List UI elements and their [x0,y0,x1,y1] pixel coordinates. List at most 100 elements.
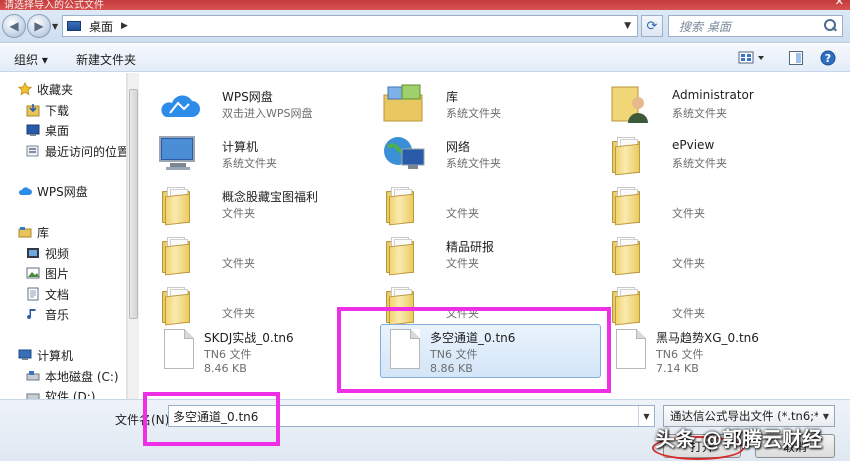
item-type: 双击进入WPS网盘 [222,107,313,120]
search-placeholder: 搜索 桌面 [679,19,731,34]
item-type: 文件夹 [446,257,479,270]
computer-icon [159,136,195,170]
scrollbar-thumb[interactable] [129,89,138,319]
forward-button[interactable]: ▶ [27,14,51,38]
nav-label: 图片 [45,266,70,281]
item-administrator[interactable]: Administrator 系统文件夹 [608,81,828,127]
folder-icon [612,185,642,226]
nav-recent[interactable]: 最近访问的位置 [26,142,126,160]
nav-label: 计算机 [37,348,74,363]
nav-videos[interactable]: 视频 [26,244,69,262]
window-title: 请选择导入的公式文件 [4,0,104,10]
nav-favorites[interactable]: 收藏夹 [18,80,73,98]
item-name: WPS网盘 [222,90,273,104]
nav-label: 文档 [45,287,70,302]
folder-icon [386,185,416,226]
organize-button[interactable]: 组织 ▾ [14,51,48,68]
item-tn6-heima[interactable]: 黑马趋势XG_0.tn6 TN6 文件 7.14 KB [610,327,830,377]
item-name: 概念股藏宝图福利 [222,190,319,204]
music-icon [27,309,36,320]
item-libraries[interactable]: 库 系统文件夹 [382,81,602,127]
back-arrow-icon: ◀ [9,19,19,33]
item-folder-5[interactable]: 精品研报 文件夹 [382,231,602,277]
item-folder-6[interactable]: 文件夹 [608,231,828,277]
item-type: 文件夹 [446,207,479,220]
item-name: 精品研报 [446,240,495,254]
item-type: 文件夹 [222,207,255,220]
breadcrumb[interactable]: 桌面 ▶ ▼ [62,15,638,37]
history-dropdown-icon[interactable]: ▼ [52,22,58,31]
nav-computer[interactable]: 计算机 [18,346,73,364]
star-icon [18,82,32,96]
nav-label: 软件 (D:) [45,389,96,400]
filetype-value: 通达信公式导出文件 (*.tn6;*.tn [670,409,818,423]
close-icon[interactable]: ✕ [835,0,844,8]
nav-label: 收藏夹 [37,82,74,97]
help-icon[interactable]: ? [820,50,836,69]
nav-label: 库 [37,225,50,240]
folder-icon [162,235,192,276]
nav-label: 本地磁盘 (C:) [45,369,119,384]
item-computer[interactable]: 计算机 系统文件夹 [158,131,378,177]
item-folder-3[interactable]: 文件夹 [608,181,828,227]
path-dropdown-icon[interactable]: ▼ [624,21,631,31]
refresh-button[interactable]: ⟳ [641,15,663,37]
item-folder-2[interactable]: 文件夹 [382,181,602,227]
highlight-box-filename [143,392,280,446]
breadcrumb-desktop[interactable]: 桌面 [89,18,113,35]
folder-icon [612,285,642,326]
pictures-icon [26,267,40,279]
desktop-icon [67,21,81,31]
item-folder-4[interactable]: 文件夹 [158,231,378,277]
view-options-icon[interactable] [738,50,766,69]
video-icon [27,248,39,258]
nav-libraries[interactable]: 库 [18,223,49,241]
user-folder-icon [611,86,648,123]
item-type: 系统文件夹 [672,107,727,120]
highlight-box-file [337,307,611,393]
documents-icon [27,287,39,301]
open-file-dialog: 请选择导入的公式文件 ✕ ◀ ▶ ▼ 桌面 ▶ ▼ ⟳ 搜索 桌面 组织 ▾ 新… [0,0,850,461]
nav-label: 视频 [45,246,70,261]
back-button[interactable]: ◀ [2,14,26,38]
file-icon [616,329,646,369]
nav-label: 下载 [45,103,70,118]
item-folder-9[interactable]: 文件夹 [608,281,828,327]
address-bar: ◀ ▶ ▼ 桌面 ▶ ▼ ⟳ 搜索 桌面 [0,10,850,43]
nav-documents[interactable]: 文档 [26,285,69,303]
nav-label: 桌面 [45,123,70,138]
computer-icon [18,349,32,360]
item-type: TN6 文件 [656,348,704,361]
preview-pane-icon[interactable] [788,50,804,69]
navigation-pane: 收藏夹 下载 桌面 最近访问的位置 WPS网盘 库 视频 图片 文档 音乐 计算… [0,73,127,399]
forward-arrow-icon: ▶ [34,19,44,33]
item-type: 文件夹 [672,257,705,270]
item-folder-1[interactable]: 概念股藏宝图福利 文件夹 [158,181,378,227]
nav-pictures[interactable]: 图片 [26,264,69,282]
nav-local-disk-c[interactable]: 本地磁盘 (C:) [26,367,119,385]
item-type: 文件夹 [672,207,705,220]
nav-desktop[interactable]: 桌面 [26,121,69,139]
breadcrumb-arrow-icon[interactable]: ▶ [121,21,128,31]
search-icon [822,18,838,34]
item-name: 网络 [446,140,471,154]
item-network[interactable]: 网络 系统文件夹 [382,131,602,177]
new-folder-button[interactable]: 新建文件夹 [76,51,136,68]
item-name: Administrator [672,88,754,102]
nav-scrollbar[interactable] [127,73,139,399]
nav-wps[interactable]: WPS网盘 [18,182,88,200]
item-wps-drive[interactable]: WPS网盘 双击进入WPS网盘 [158,81,378,127]
nav-downloads[interactable]: 下载 [26,101,69,119]
libraries-icon [383,84,423,122]
folder-icon [386,235,416,276]
item-epview[interactable]: ePview 系统文件夹 [608,131,828,177]
nav-soft-d[interactable]: 软件 (D:) [26,387,95,399]
libraries-icon [18,227,32,238]
folder-icon [162,185,192,226]
item-type: 文件夹 [222,307,255,320]
search-input[interactable]: 搜索 桌面 [668,15,843,37]
chevron-down-icon[interactable]: ▼ [638,406,654,426]
nav-music[interactable]: 音乐 [26,305,69,323]
item-name: 计算机 [222,140,259,154]
recent-places-icon [26,145,39,157]
